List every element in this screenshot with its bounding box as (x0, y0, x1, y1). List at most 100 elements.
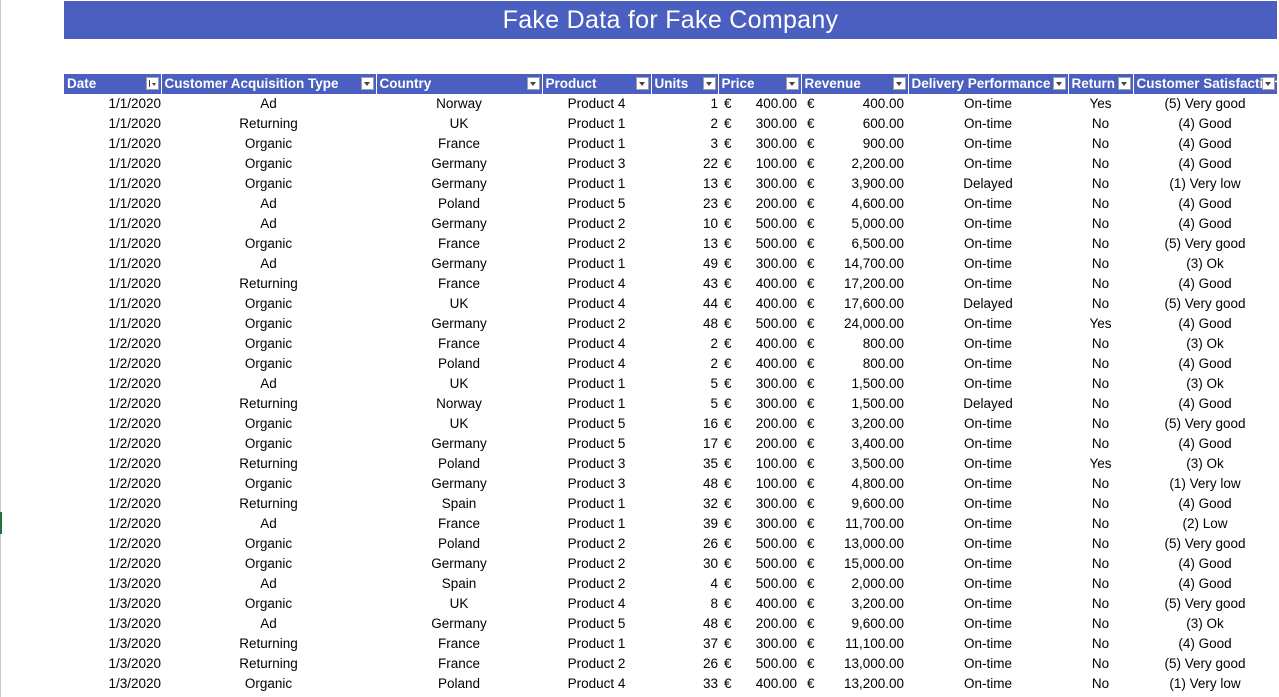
cell-units[interactable]: 23 (651, 194, 718, 214)
cell-return[interactable]: No (1068, 374, 1133, 394)
cell-product[interactable]: Product 1 (542, 174, 651, 194)
cell-revenue[interactable]: €9,600.00 (801, 614, 908, 634)
cell-delivery[interactable]: On-time (908, 414, 1068, 434)
cell-price[interactable]: €400.00 (718, 354, 801, 374)
cell-country[interactable]: Poland (376, 194, 542, 214)
cell-units[interactable]: 26 (651, 654, 718, 674)
cell-delivery[interactable]: On-time (908, 154, 1068, 174)
cell-acquisition-type[interactable]: Returning (161, 654, 376, 674)
cell-revenue[interactable]: €800.00 (801, 334, 908, 354)
cell-delivery[interactable]: On-time (908, 314, 1068, 334)
cell-product[interactable]: Product 3 (542, 474, 651, 494)
cell-date[interactable]: 1/1/2020 (64, 154, 161, 174)
cell-date[interactable]: 1/1/2020 (64, 194, 161, 214)
cell-price[interactable]: €400.00 (718, 94, 801, 114)
cell-revenue[interactable]: €1,500.00 (801, 374, 908, 394)
cell-revenue[interactable]: €11,700.00 (801, 514, 908, 534)
cell-acquisition-type[interactable]: Organic (161, 294, 376, 314)
cell-country[interactable]: Germany (376, 614, 542, 634)
cell-price[interactable]: €200.00 (718, 434, 801, 454)
cell-product[interactable]: Product 4 (542, 594, 651, 614)
cell-revenue[interactable]: €2,000.00 (801, 574, 908, 594)
cell-return[interactable]: No (1068, 154, 1133, 174)
cell-return[interactable]: No (1068, 654, 1133, 674)
cell-country[interactable]: Germany (376, 314, 542, 334)
cell-price[interactable]: €100.00 (718, 154, 801, 174)
cell-date[interactable]: 1/1/2020 (64, 314, 161, 334)
cell-revenue[interactable]: €17,200.00 (801, 274, 908, 294)
cell-price[interactable]: €300.00 (718, 254, 801, 274)
cell-satisfaction[interactable]: (4) Good (1133, 434, 1277, 454)
cell-acquisition-type[interactable]: Returning (161, 114, 376, 134)
column-header-country[interactable]: Country (376, 74, 543, 94)
cell-return[interactable]: No (1068, 134, 1133, 154)
column-header-date[interactable]: Date (64, 74, 162, 94)
cell-date[interactable]: 1/3/2020 (64, 614, 161, 634)
cell-price[interactable]: €200.00 (718, 614, 801, 634)
cell-return[interactable]: No (1068, 674, 1133, 694)
filter-dropdown-icon[interactable] (892, 77, 906, 90)
cell-price[interactable]: €400.00 (718, 594, 801, 614)
cell-satisfaction[interactable]: (4) Good (1133, 154, 1277, 174)
column-header-price[interactable]: Price (718, 74, 802, 94)
cell-return[interactable]: No (1068, 274, 1133, 294)
cell-price[interactable]: €500.00 (718, 314, 801, 334)
cell-delivery[interactable]: On-time (908, 614, 1068, 634)
cell-acquisition-type[interactable]: Returning (161, 394, 376, 414)
cell-product[interactable]: Product 2 (542, 214, 651, 234)
cell-product[interactable]: Product 4 (542, 94, 651, 114)
cell-delivery[interactable]: On-time (908, 354, 1068, 374)
cell-delivery[interactable]: On-time (908, 634, 1068, 654)
cell-revenue[interactable]: €6,500.00 (801, 234, 908, 254)
cell-satisfaction[interactable]: (1) Very low (1133, 474, 1277, 494)
cell-country[interactable]: Germany (376, 554, 542, 574)
cell-acquisition-type[interactable]: Ad (161, 254, 376, 274)
cell-satisfaction[interactable]: (5) Very good (1133, 234, 1277, 254)
cell-date[interactable]: 1/3/2020 (64, 634, 161, 654)
cell-satisfaction[interactable]: (4) Good (1133, 134, 1277, 154)
cell-date[interactable]: 1/1/2020 (64, 134, 161, 154)
cell-country[interactable]: UK (376, 294, 542, 314)
cell-country[interactable]: UK (376, 414, 542, 434)
cell-revenue[interactable]: €13,000.00 (801, 534, 908, 554)
cell-units[interactable]: 5 (651, 394, 718, 414)
cell-date[interactable]: 1/2/2020 (64, 414, 161, 434)
cell-acquisition-type[interactable]: Organic (161, 174, 376, 194)
cell-product[interactable]: Product 2 (542, 554, 651, 574)
cell-country[interactable]: France (376, 514, 542, 534)
cell-units[interactable]: 13 (651, 234, 718, 254)
cell-delivery[interactable]: On-time (908, 554, 1068, 574)
cell-delivery[interactable]: On-time (908, 214, 1068, 234)
cell-delivery[interactable]: Delayed (908, 174, 1068, 194)
cell-acquisition-type[interactable]: Returning (161, 634, 376, 654)
cell-date[interactable]: 1/3/2020 (64, 654, 161, 674)
cell-product[interactable]: Product 1 (542, 494, 651, 514)
cell-acquisition-type[interactable]: Ad (161, 574, 376, 594)
cell-date[interactable]: 1/2/2020 (64, 554, 161, 574)
cell-price[interactable]: €500.00 (718, 534, 801, 554)
cell-return[interactable]: Yes (1068, 94, 1133, 114)
cell-return[interactable]: No (1068, 594, 1133, 614)
filter-dropdown-icon[interactable] (1117, 77, 1131, 90)
cell-price[interactable]: €500.00 (718, 554, 801, 574)
cell-delivery[interactable]: On-time (908, 474, 1068, 494)
cell-price[interactable]: €300.00 (718, 174, 801, 194)
cell-price[interactable]: €300.00 (718, 374, 801, 394)
cell-units[interactable]: 13 (651, 174, 718, 194)
cell-revenue[interactable]: €13,200.00 (801, 674, 908, 694)
cell-satisfaction[interactable]: (4) Good (1133, 494, 1277, 514)
cell-acquisition-type[interactable]: Organic (161, 334, 376, 354)
cell-satisfaction[interactable]: (3) Ok (1133, 614, 1277, 634)
cell-acquisition-type[interactable]: Ad (161, 374, 376, 394)
cell-revenue[interactable]: €400.00 (801, 94, 908, 114)
cell-acquisition-type[interactable]: Ad (161, 514, 376, 534)
cell-date[interactable]: 1/3/2020 (64, 574, 161, 594)
filter-dropdown-icon[interactable] (1052, 77, 1066, 90)
cell-return[interactable]: No (1068, 414, 1133, 434)
filter-dropdown-icon[interactable] (526, 77, 540, 90)
cell-country[interactable]: France (376, 234, 542, 254)
cell-return[interactable]: No (1068, 294, 1133, 314)
cell-price[interactable]: €300.00 (718, 634, 801, 654)
cell-satisfaction[interactable]: (2) Low (1133, 514, 1277, 534)
cell-satisfaction[interactable]: (4) Good (1133, 274, 1277, 294)
